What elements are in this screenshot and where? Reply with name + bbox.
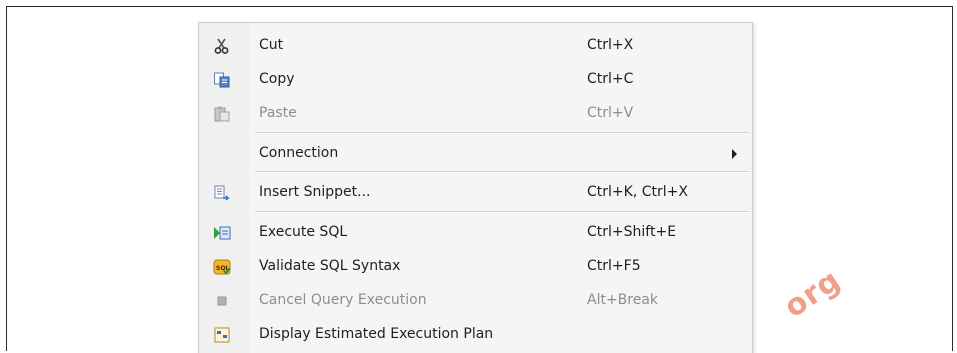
menu-item-validate-sql[interactable]: SQL Validate SQL Syntax Ctrl+F5 — [199, 250, 752, 284]
menu-item-shortcut: Alt+Break — [587, 292, 659, 308]
menu-item-label: Insert Snippet... — [259, 184, 371, 200]
menu-item-label: Copy — [259, 71, 295, 87]
menu-item-label: Connection — [259, 145, 339, 161]
menu-item-shortcut: Ctrl+V — [587, 105, 634, 121]
execution-plan-icon — [213, 326, 231, 344]
context-menu: Cut Ctrl+X Copy Ctrl+C Paste Ctrl+V Conn… — [198, 22, 753, 353]
menu-item-shortcut: Ctrl+Shift+E — [587, 224, 677, 240]
menu-separator — [255, 211, 750, 213]
menu-item-display-estimated-plan[interactable]: Display Estimated Execution Plan — [199, 318, 752, 352]
menu-item-shortcut: Ctrl+K, Ctrl+X — [587, 184, 688, 200]
menu-item-shortcut: Ctrl+C — [587, 71, 634, 87]
execute-sql-icon — [213, 224, 231, 242]
insert-snippet-icon — [213, 184, 231, 202]
menu-item-insert-snippet[interactable]: Insert Snippet... Ctrl+K, Ctrl+X — [199, 176, 752, 210]
validate-sql-icon: SQL — [213, 258, 231, 276]
menu-separator — [255, 132, 750, 134]
menu-item-paste[interactable]: Paste Ctrl+V — [199, 97, 752, 131]
menu-item-cut[interactable]: Cut Ctrl+X — [199, 29, 752, 63]
menu-item-connection[interactable]: Connection — [199, 137, 752, 171]
menu-item-label: Display Estimated Execution Plan — [259, 326, 494, 342]
menu-item-execute-sql[interactable]: Execute SQL Ctrl+Shift+E — [199, 216, 752, 250]
menu-item-label: Cancel Query Execution — [259, 292, 427, 308]
menu-item-label: Paste — [259, 105, 297, 121]
menu-item-label: Cut — [259, 37, 284, 53]
submenu-arrow-icon — [732, 149, 737, 159]
menu-item-shortcut: Ctrl+F5 — [587, 258, 641, 274]
menu-separator — [255, 171, 750, 173]
copy-icon — [213, 71, 231, 89]
menu-item-cancel-query[interactable]: Cancel Query Execution Alt+Break — [199, 284, 752, 318]
stop-icon — [213, 292, 231, 310]
paste-icon — [213, 105, 231, 123]
menu-item-label: Validate SQL Syntax — [259, 258, 401, 274]
menu-item-shortcut: Ctrl+X — [587, 37, 634, 53]
menu-item-label: Execute SQL — [259, 224, 348, 240]
menu-item-copy[interactable]: Copy Ctrl+C — [199, 63, 752, 97]
scissors-icon — [213, 37, 231, 55]
